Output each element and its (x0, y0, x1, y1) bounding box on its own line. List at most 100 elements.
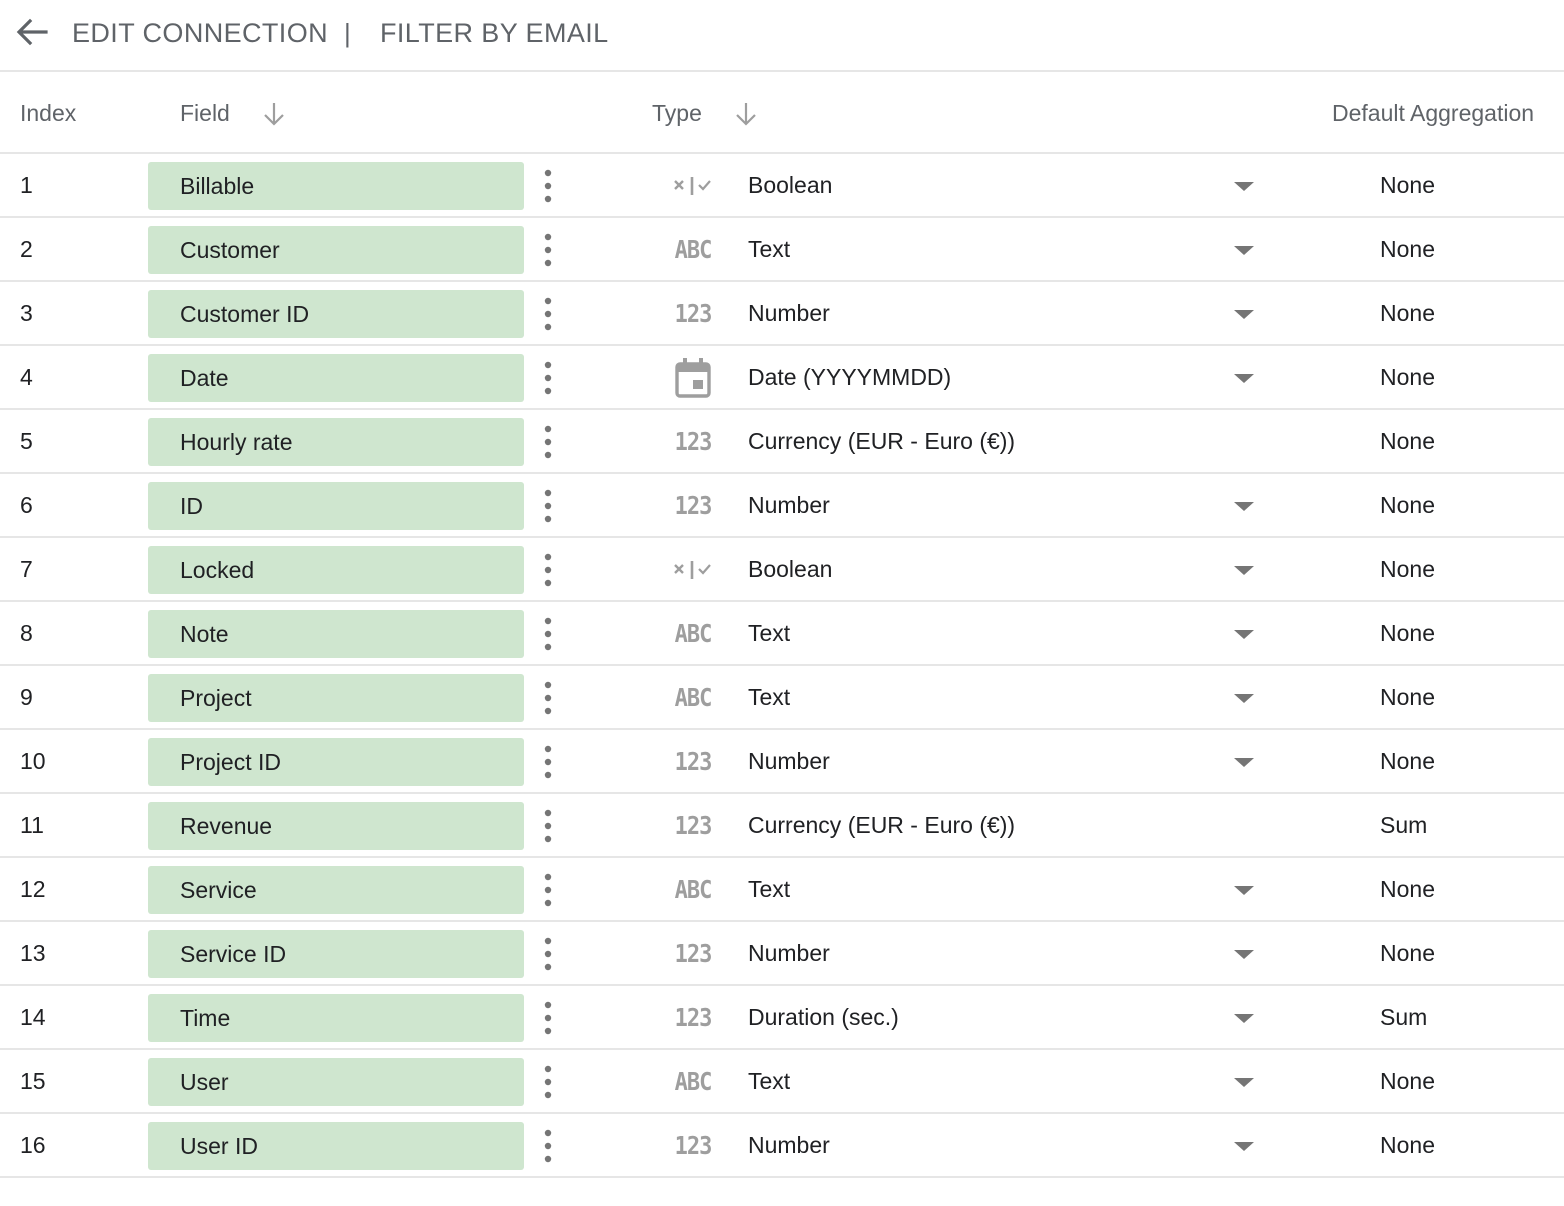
row-index: 14 (20, 1004, 46, 1030)
type-label[interactable]: Boolean (748, 538, 832, 600)
aggregation-value: None (1380, 748, 1435, 774)
dropdown-arrow-icon[interactable] (1226, 304, 1262, 324)
aggregation-value: None (1380, 940, 1435, 966)
field-chip[interactable]: Hourly rate (148, 418, 524, 466)
edit-connection-link[interactable]: EDIT CONNECTION (72, 16, 328, 50)
field-chip[interactable]: Project ID (148, 738, 524, 786)
type-label[interactable]: Number (748, 474, 830, 536)
field-chip[interactable]: Note (148, 610, 524, 658)
row-index: 12 (20, 876, 46, 902)
text-icon: ABC (674, 875, 713, 905)
type-label[interactable]: Number (748, 282, 830, 344)
column-header-field[interactable]: Field (180, 98, 230, 128)
table-row: 7 Locked Boolean None (0, 538, 1564, 602)
field-name: Hourly rate (180, 429, 293, 455)
aggregation-value: None (1380, 236, 1435, 262)
field-chip[interactable]: Time (148, 994, 524, 1042)
type-label[interactable]: Text (748, 218, 790, 280)
row-index: 10 (20, 748, 46, 774)
dropdown-arrow-icon[interactable] (1226, 880, 1262, 900)
field-chip[interactable]: Revenue (148, 802, 524, 850)
field-name: Billable (180, 173, 255, 199)
top-bar: EDIT CONNECTION | FILTER BY EMAIL (0, 0, 1564, 72)
field-chip[interactable]: Service (148, 866, 524, 914)
column-header-default-aggregation: Default Aggregation (1332, 100, 1535, 126)
field-name: Locked (180, 557, 255, 583)
dropdown-arrow-icon[interactable] (1226, 752, 1262, 772)
more-vert-icon[interactable] (538, 744, 558, 780)
type-label[interactable]: Duration (sec.) (748, 986, 899, 1048)
type-label[interactable]: Text (748, 1050, 790, 1112)
dropdown-arrow-icon[interactable] (1226, 560, 1262, 580)
type-label[interactable]: Number (748, 730, 830, 792)
field-name: Revenue (180, 813, 273, 839)
more-vert-icon[interactable] (538, 552, 558, 588)
more-vert-icon[interactable] (538, 872, 558, 908)
field-chip[interactable]: ID (148, 482, 524, 530)
field-name: Service (180, 877, 257, 903)
type-label[interactable]: Number (748, 1114, 830, 1176)
more-vert-icon[interactable] (538, 232, 558, 268)
table-row: 13 Service ID 123 Number None (0, 922, 1564, 986)
aggregation-value: None (1380, 620, 1435, 646)
type-label[interactable]: Text (748, 602, 790, 664)
dropdown-arrow-icon[interactable] (1226, 688, 1262, 708)
more-vert-icon[interactable] (538, 424, 558, 460)
field-chip[interactable]: Billable (148, 162, 524, 210)
more-vert-icon[interactable] (538, 680, 558, 716)
row-index: 13 (20, 940, 46, 966)
more-vert-icon[interactable] (538, 1064, 558, 1100)
sort-arrow-down-icon[interactable] (732, 100, 760, 128)
field-chip[interactable]: Date (148, 354, 524, 402)
sort-arrow-down-icon[interactable] (260, 100, 288, 128)
type-icon-container: 123 (666, 424, 720, 460)
field-chip[interactable]: User (148, 1058, 524, 1106)
type-label[interactable]: Currency (EUR - Euro (€)) (748, 794, 1015, 856)
field-chip[interactable]: Service ID (148, 930, 524, 978)
type-label[interactable]: Number (748, 922, 830, 984)
field-name: Service ID (180, 941, 287, 967)
type-label[interactable]: Text (748, 858, 790, 920)
page-title: FILTER BY EMAIL (380, 18, 609, 48)
type-icon-container: 123 (666, 936, 720, 972)
type-icon-container: 123 (666, 808, 720, 844)
row-index: 11 (20, 812, 44, 838)
column-header-type[interactable]: Type (652, 98, 702, 128)
dropdown-arrow-icon[interactable] (1226, 176, 1262, 196)
row-index: 15 (20, 1068, 46, 1094)
more-vert-icon[interactable] (538, 488, 558, 524)
aggregation-value: None (1380, 684, 1435, 710)
type-icon-container (666, 552, 720, 588)
dropdown-arrow-icon[interactable] (1226, 944, 1262, 964)
row-index: 16 (20, 1132, 46, 1158)
field-name: User (180, 1069, 229, 1095)
type-label[interactable]: Text (748, 666, 790, 728)
field-chip[interactable]: Customer (148, 226, 524, 274)
more-vert-icon[interactable] (538, 808, 558, 844)
more-vert-icon[interactable] (538, 296, 558, 332)
dropdown-arrow-icon[interactable] (1226, 1136, 1262, 1156)
more-vert-icon[interactable] (538, 936, 558, 972)
field-chip[interactable]: User ID (148, 1122, 524, 1170)
more-vert-icon[interactable] (538, 616, 558, 652)
dropdown-arrow-icon[interactable] (1226, 1008, 1262, 1028)
more-vert-icon[interactable] (538, 1128, 558, 1164)
type-label[interactable]: Boolean (748, 154, 832, 216)
number-icon: 123 (674, 1003, 713, 1033)
more-vert-icon[interactable] (538, 360, 558, 396)
type-label[interactable]: Currency (EUR - Euro (€)) (748, 410, 1015, 472)
dropdown-arrow-icon[interactable] (1226, 624, 1262, 644)
dropdown-arrow-icon[interactable] (1226, 496, 1262, 516)
field-chip[interactable]: Locked (148, 546, 524, 594)
arrow-left-icon[interactable] (14, 14, 50, 50)
field-chip[interactable]: Project (148, 674, 524, 722)
more-vert-icon[interactable] (538, 1000, 558, 1036)
dropdown-arrow-icon[interactable] (1226, 368, 1262, 388)
field-chip[interactable]: Customer ID (148, 290, 524, 338)
dropdown-arrow-icon[interactable] (1226, 240, 1262, 260)
dropdown-arrow-icon[interactable] (1226, 1072, 1262, 1092)
type-label[interactable]: Date (YYYYMMDD) (748, 346, 951, 408)
table-row: 8 Note ABC Text None (0, 602, 1564, 666)
table-header: Index Field Type Default Aggregation (0, 74, 1564, 154)
more-vert-icon[interactable] (538, 168, 558, 204)
